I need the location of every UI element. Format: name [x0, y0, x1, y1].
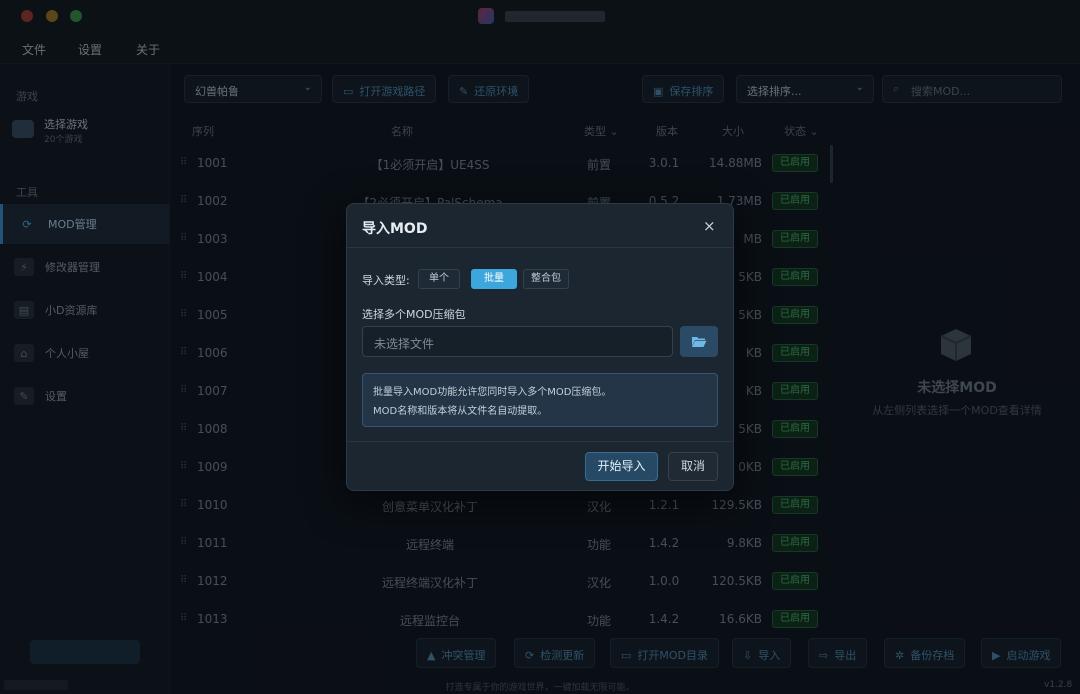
cancel-button[interactable]: 取消: [668, 452, 718, 481]
batch-info-box: 批量导入MOD功能允许您同时导入多个MOD压缩包。 MOD名称和版本将从文件名自…: [362, 373, 718, 427]
info-line: MOD名称和版本将从文件名自动提取。: [373, 406, 548, 417]
import-type-label: 导入类型:: [362, 274, 410, 287]
pick-files-label: 选择多个MOD压缩包: [362, 308, 466, 321]
close-icon[interactable]: ×: [703, 217, 716, 235]
type-bundle-button[interactable]: 整合包: [523, 269, 569, 289]
dialog-header: 导入MOD ×: [347, 204, 733, 248]
import-mod-dialog: 导入MOD × 导入类型: 单个 批量 整合包 选择多个MOD压缩包 未选择文件…: [346, 203, 734, 491]
start-import-button[interactable]: 开始导入: [585, 452, 658, 481]
dialog-footer-divider: [347, 441, 733, 442]
type-batch-button[interactable]: 批量: [471, 269, 517, 289]
dialog-title: 导入MOD: [362, 221, 428, 237]
type-single-button[interactable]: 单个: [418, 269, 460, 289]
file-placeholder: 未选择文件: [374, 337, 435, 351]
info-line: 批量导入MOD功能允许您同时导入多个MOD压缩包。: [373, 387, 612, 398]
browse-files-button[interactable]: [680, 326, 718, 357]
file-path-input[interactable]: 未选择文件: [362, 326, 673, 357]
folder-open-icon: [692, 337, 707, 347]
